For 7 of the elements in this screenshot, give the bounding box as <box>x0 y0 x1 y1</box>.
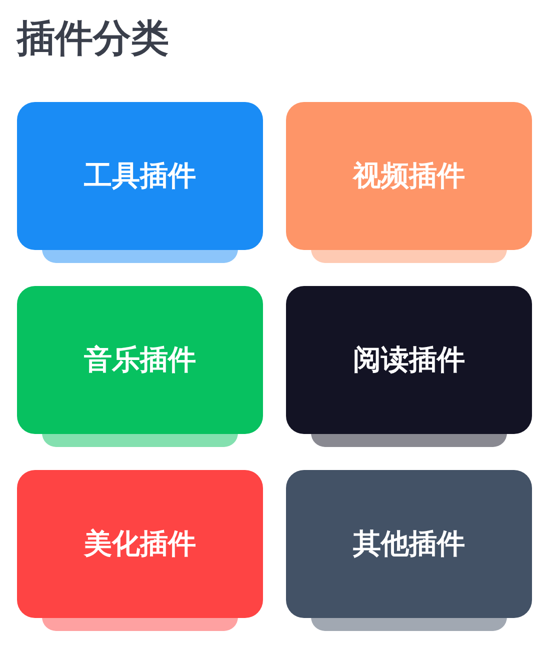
category-card[interactable]: 音乐插件 <box>17 286 263 434</box>
category-card[interactable]: 工具插件 <box>17 102 263 250</box>
category-card[interactable]: 视频插件 <box>286 102 532 250</box>
category-card[interactable]: 美化插件 <box>17 470 263 618</box>
page-title: 插件分类 <box>17 15 170 62</box>
category-card[interactable]: 其他插件 <box>286 470 532 618</box>
category-card[interactable]: 阅读插件 <box>286 286 532 434</box>
